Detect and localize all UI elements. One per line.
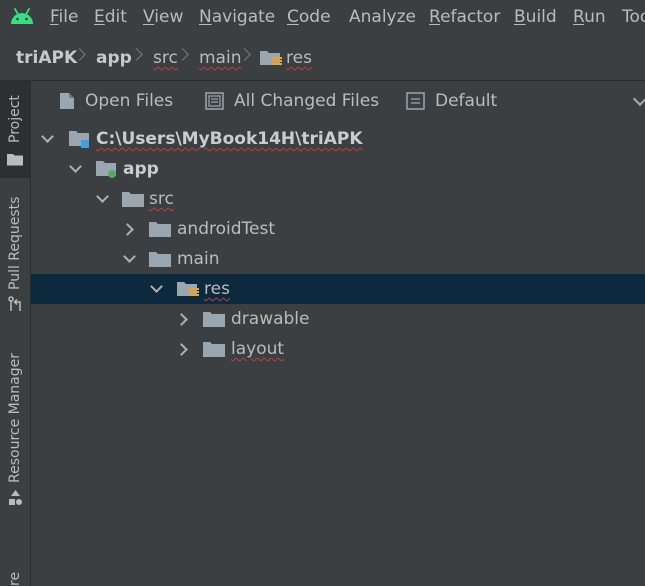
module-folder-icon — [95, 159, 119, 183]
chevron-down-icon[interactable] — [41, 130, 54, 143]
resources-folder-icon — [259, 49, 283, 71]
folder-icon — [149, 251, 171, 267]
project-root-folder-icon — [68, 129, 92, 153]
changelist-icon — [406, 92, 426, 114]
breadcrumb-separator — [176, 48, 189, 61]
chevron-right-icon[interactable] — [175, 313, 188, 326]
bottom-tool-tab[interactable]: re — [0, 556, 30, 586]
tree-row-layout[interactable]: layout — [31, 334, 645, 364]
breadcrumb-separator — [130, 48, 143, 61]
folder-icon — [203, 311, 225, 327]
breadcrumb-item-main[interactable]: main — [199, 48, 241, 68]
chevron-down-icon[interactable] — [632, 91, 645, 107]
tree-label-androidtest: androidTest — [177, 219, 275, 239]
folder-icon — [149, 221, 171, 237]
tree-label-app: app — [123, 159, 159, 179]
pull-request-icon — [8, 296, 23, 316]
tree-row-root[interactable]: C:\Users\MyBook14H\triAPK — [31, 124, 645, 154]
breadcrumb-item-triapk[interactable]: triAPK — [16, 48, 77, 68]
tree-label-src: src — [149, 189, 174, 209]
resource-manager-icon — [8, 489, 23, 510]
folder-icon — [122, 191, 144, 207]
pull-requests-tool-tab[interactable]: Pull Requests — [0, 185, 30, 320]
pull-requests-tab-label: Pull Requests — [7, 196, 23, 290]
menu-tools[interactable]: Too — [622, 7, 645, 27]
chevron-down-icon[interactable] — [150, 280, 163, 293]
tree-row-drawable[interactable]: drawable — [31, 304, 645, 334]
tree-row-main[interactable]: main — [31, 244, 645, 274]
chevron-down-icon[interactable] — [96, 190, 109, 203]
bottom-tab-label: re — [7, 571, 23, 586]
resources-folder-icon — [176, 280, 200, 302]
tab-default[interactable]: Default — [435, 91, 497, 111]
chevron-down-icon[interactable] — [69, 160, 82, 173]
folder-icon — [7, 151, 23, 170]
resource-manager-tool-tab[interactable]: Resource Manager — [0, 341, 30, 511]
resource-manager-tab-label: Resource Manager — [7, 352, 23, 483]
folder-icon — [203, 341, 225, 357]
open-files-icon — [59, 92, 75, 114]
project-tab-label: Project — [7, 95, 23, 143]
tree-row-app[interactable]: app — [31, 154, 645, 184]
tree-row-androidtest[interactable]: androidTest — [31, 214, 645, 244]
menu-build[interactable]: Build — [514, 7, 557, 27]
tree-label-main: main — [177, 249, 220, 269]
tree-label-root: C:\Users\MyBook14H\triAPK — [96, 129, 363, 149]
tree-label-drawable: drawable — [231, 309, 310, 329]
tool-window-sidebar: Project Pull Requests Resource Manager r… — [0, 81, 31, 586]
project-view-tabs: Open Files All Changed Files Default — [31, 81, 645, 121]
menu-analyze[interactable]: Analyze — [349, 7, 416, 27]
tree-row-src[interactable]: src — [31, 184, 645, 214]
menu-file[interactable]: File — [50, 7, 78, 27]
project-panel: Open Files All Changed Files Default C:\… — [31, 81, 645, 586]
chevron-right-icon[interactable] — [121, 223, 134, 236]
android-studio-logo-icon — [9, 7, 35, 29]
menu-refactor[interactable]: Refactor — [429, 7, 500, 27]
tree-label-res: res — [204, 279, 230, 299]
breadcrumb-item-res[interactable]: res — [286, 48, 312, 68]
tree-row-res[interactable]: res — [31, 274, 645, 304]
breadcrumb-item-app[interactable]: app — [96, 48, 132, 68]
project-tool-tab[interactable]: Project — [0, 81, 30, 178]
changed-files-icon — [205, 92, 225, 114]
breadcrumb: triAPK app src main res — [0, 34, 645, 81]
menu-bar: File Edit View Navigate Code Analyze Ref… — [0, 0, 645, 34]
tab-open-files[interactable]: Open Files — [85, 91, 173, 111]
tree-label-layout: layout — [231, 339, 285, 359]
chevron-down-icon[interactable] — [123, 250, 136, 263]
chevron-right-icon[interactable] — [175, 343, 188, 356]
menu-edit[interactable]: Edit — [94, 7, 127, 27]
menu-run[interactable]: Run — [573, 7, 606, 27]
breadcrumb-item-src[interactable]: src — [153, 48, 178, 68]
menu-code[interactable]: Code — [287, 7, 331, 27]
tab-all-changed-files[interactable]: All Changed Files — [234, 91, 379, 111]
menu-view[interactable]: View — [143, 7, 183, 27]
menu-navigate[interactable]: Navigate — [199, 7, 275, 27]
